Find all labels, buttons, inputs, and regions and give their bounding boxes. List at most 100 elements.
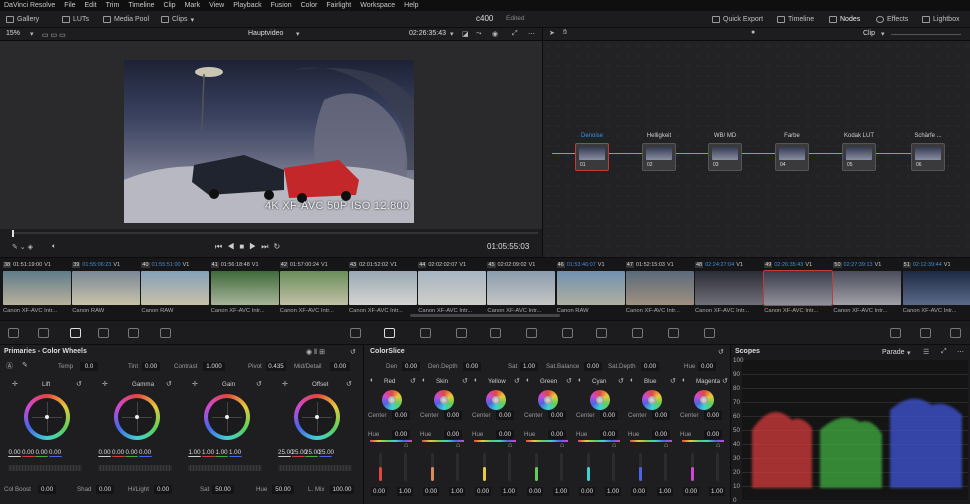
saturation-field[interactable]: 1.00 — [397, 487, 413, 496]
lock-icon[interactable]: ⌂ — [664, 442, 668, 449]
lmix-field[interactable]: 100.00 — [330, 485, 354, 494]
center-field[interactable]: 0.00 — [652, 411, 670, 420]
wheel-value[interactable]: 0.00 — [48, 448, 62, 457]
density-field[interactable]: 0.00 — [631, 487, 647, 496]
color-tool-icon[interactable] — [350, 328, 361, 338]
color-node[interactable]: Farbe 04 — [775, 133, 809, 171]
color-node[interactable]: Kodak LUT 05 — [842, 133, 876, 171]
master-wheel-slider[interactable] — [98, 465, 172, 471]
color-node[interactable]: Schärfe ... 06 — [911, 133, 945, 171]
saturation-slider[interactable] — [716, 453, 719, 481]
auto-balance-icon[interactable]: Ⓐ — [6, 361, 13, 371]
reset-icon[interactable]: ↺ — [76, 380, 82, 388]
wheel-value[interactable]: 1.00 — [228, 448, 242, 457]
node-mode-select[interactable]: Clip — [863, 30, 875, 37]
lock-icon[interactable]: ⌂ — [612, 442, 616, 449]
video-frame[interactable]: 4K XF-AVC 50P ISO 12.800 — [124, 60, 414, 223]
center-field[interactable]: 0.00 — [392, 411, 410, 420]
scope-settings-icon[interactable]: ☰ — [923, 348, 929, 356]
wheel-value[interactable]: 25.00 — [291, 448, 307, 457]
fullscreen-icon[interactable]: ⤢ — [512, 30, 518, 38]
timeline-name[interactable]: Hauptvideo — [248, 30, 283, 37]
playhead[interactable] — [12, 230, 14, 237]
density-field[interactable]: 0.00 — [475, 487, 491, 496]
wheel-value[interactable]: 0.00 — [8, 448, 21, 457]
wheel-mode-icon[interactable]: ◉ ⦀ ⊞ — [306, 348, 325, 357]
color-wheel[interactable] — [204, 394, 250, 440]
toggle-icon[interactable]: ◐ — [526, 377, 530, 384]
color-node[interactable]: Denoise 01 — [575, 133, 609, 171]
density-field[interactable]: 0.00 — [371, 487, 387, 496]
reset-icon[interactable]: ↺ — [718, 348, 724, 356]
hue-field[interactable]: 50.00 — [272, 485, 294, 494]
wheel-value[interactable]: 1.00 — [188, 448, 201, 457]
color-tool-icon[interactable] — [632, 328, 643, 338]
density-slider[interactable] — [587, 453, 590, 481]
density-field[interactable]: 0.00 — [579, 487, 595, 496]
color-tool-icon[interactable] — [890, 328, 901, 338]
color-tool-icon[interactable] — [70, 328, 81, 338]
saturation-slider[interactable] — [560, 453, 563, 481]
reset-icon[interactable]: ↺ — [166, 380, 172, 388]
menu-item[interactable]: Edit — [85, 2, 97, 9]
wheel-value[interactable]: 1.00 — [201, 448, 215, 457]
lock-icon[interactable]: ⌂ — [560, 442, 564, 449]
wheel-value[interactable]: 0.00 — [111, 448, 125, 457]
wheel-value[interactable]: 25.00 — [318, 448, 334, 457]
media-pool-button[interactable]: Media Pool — [103, 14, 149, 25]
density-slider[interactable] — [379, 453, 382, 481]
toggle-icon[interactable]: ◐ — [422, 377, 426, 384]
curve-icon[interactable]: ⤳ — [476, 30, 482, 38]
color-tool-icon[interactable] — [8, 328, 19, 338]
color-tool-icon[interactable] — [704, 328, 715, 338]
saturation-slider[interactable] — [664, 453, 667, 481]
sat-depth-field[interactable]: 0.00 — [641, 362, 659, 371]
master-wheel-slider[interactable] — [8, 465, 82, 471]
wheel-value[interactable]: 0.00 — [98, 448, 111, 457]
reset-icon[interactable]: ↺ — [462, 377, 468, 385]
sat-balance-field[interactable]: 0.00 — [584, 362, 602, 371]
crosshair-icon[interactable]: ✛ — [282, 380, 288, 388]
density-slider[interactable] — [639, 453, 642, 481]
menu-item[interactable]: DaVinci Resolve — [4, 2, 55, 9]
saturation-field[interactable]: 1.00 — [553, 487, 569, 496]
wheel-value[interactable]: 0.00 — [138, 448, 152, 457]
master-wheel-slider[interactable] — [188, 465, 262, 471]
mid-detail-field[interactable]: 0.00 — [330, 362, 350, 371]
slice-hue-field[interactable]: 0.00 — [392, 430, 410, 439]
color-tool-icon[interactable] — [160, 328, 171, 338]
reset-icon[interactable]: ↺ — [256, 380, 262, 388]
center-field[interactable]: 0.00 — [704, 411, 722, 420]
tint-field[interactable]: 0.00 — [142, 362, 160, 371]
wheel-value[interactable]: 25.00 — [305, 448, 320, 457]
color-tool-icon[interactable] — [384, 328, 395, 338]
density-slider[interactable] — [483, 453, 486, 481]
wheel-value[interactable]: 0.00 — [21, 448, 35, 457]
gallery-button[interactable]: Gallery — [6, 14, 39, 25]
toggle-icon[interactable]: ◐ — [630, 377, 634, 384]
node-zoom-slider[interactable] — [891, 34, 961, 35]
density-slider[interactable] — [431, 453, 434, 481]
lock-icon[interactable]: ⌂ — [508, 442, 512, 449]
reset-icon[interactable]: ↺ — [670, 377, 676, 385]
density-field[interactable]: 0.00 — [683, 487, 699, 496]
crosshair-icon[interactable]: ✛ — [192, 380, 198, 388]
wheel-puck[interactable] — [45, 415, 49, 419]
volume-icon[interactable]: 🔈︎ — [52, 243, 56, 251]
nodes-button[interactable]: Nodes — [829, 14, 860, 25]
reset-icon[interactable]: ↺ — [566, 377, 572, 385]
slice-hue-field[interactable]: 0.00 — [704, 430, 722, 439]
zoom-select[interactable]: 15% — [6, 30, 20, 37]
menu-item[interactable]: Color — [301, 2, 318, 9]
saturation-slider[interactable] — [456, 453, 459, 481]
reset-icon[interactable]: ↺ — [410, 377, 416, 385]
lock-icon[interactable]: ⌂ — [456, 442, 460, 449]
slice-swatch[interactable] — [538, 390, 558, 410]
toggle-icon[interactable]: ◐ — [370, 377, 374, 384]
color-tool-icon[interactable] — [98, 328, 109, 338]
pointer-icon[interactable]: ➤ — [549, 29, 555, 37]
menu-item[interactable]: View — [209, 2, 224, 9]
density-field[interactable]: 0.00 — [527, 487, 543, 496]
color-picker-icon[interactable]: ◉ — [492, 30, 498, 38]
saturation-field[interactable]: 1.00 — [605, 487, 621, 496]
